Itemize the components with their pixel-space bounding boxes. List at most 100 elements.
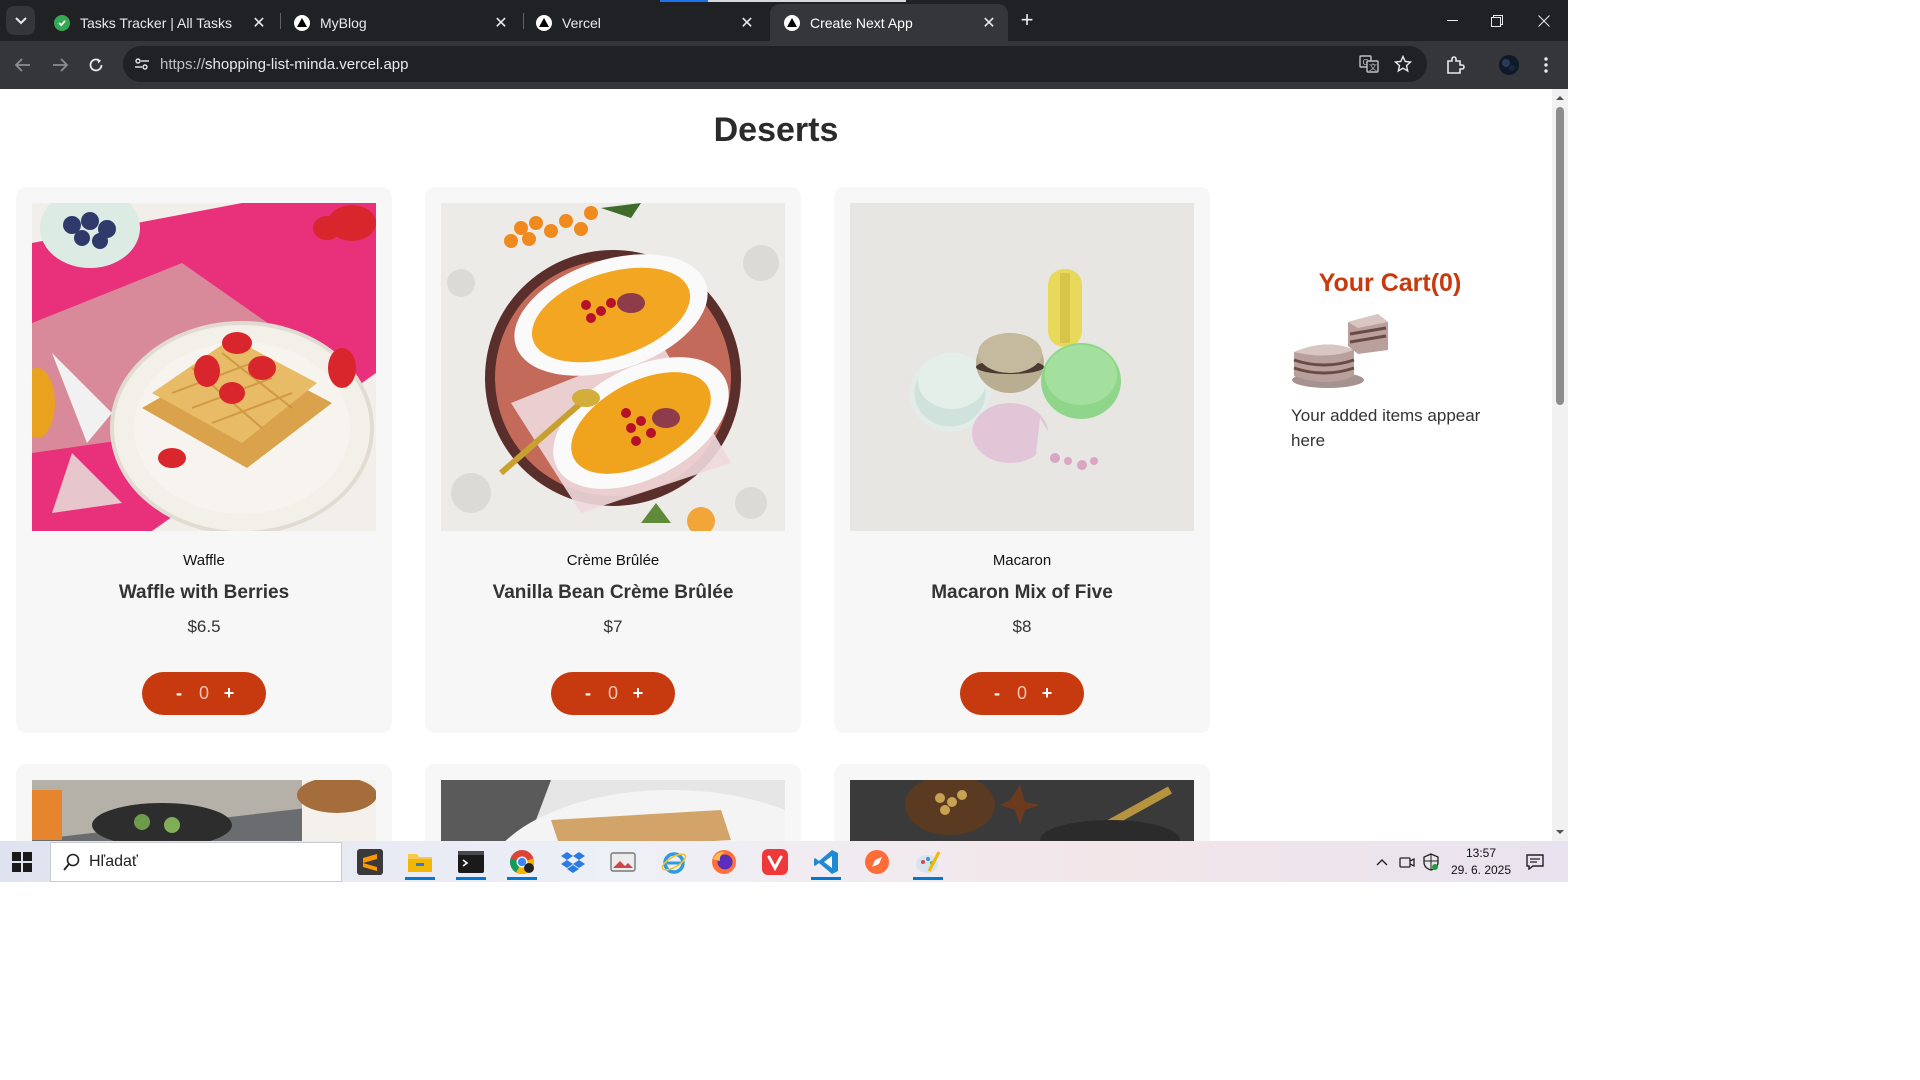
close-tab-icon[interactable]: ✕ <box>250 14 268 32</box>
vivaldi-icon[interactable] <box>755 844 795 880</box>
browser-toolbar: https://shopping-list-minda.vercel.app G… <box>0 41 1568 89</box>
product-image-macaron <box>850 203 1194 531</box>
quantity-value: 0 <box>607 683 618 703</box>
chevron-down-icon <box>14 16 27 24</box>
quantity-stepper: - 0 + <box>960 672 1084 715</box>
quantity-stepper: - 0 + <box>142 672 266 715</box>
close-tab-icon[interactable]: ✕ <box>492 14 510 32</box>
site-info-button[interactable] <box>129 51 155 77</box>
product-image <box>441 780 785 841</box>
quantity-value: 0 <box>1016 683 1027 703</box>
url-text[interactable]: https://shopping-list-minda.vercel.app <box>160 56 408 73</box>
product-category: Crème Brûlée <box>566 552 660 569</box>
close-tab-icon[interactable]: ✕ <box>980 14 998 32</box>
product-price: $6.5 <box>187 617 221 636</box>
quantity-value: 0 <box>198 683 209 703</box>
show-hidden-icons-chevron-icon[interactable] <box>1372 841 1392 882</box>
running-indicator <box>405 877 435 880</box>
clock-date: 29. 6. 2025 <box>1450 863 1512 877</box>
decrease-quantity-button[interactable]: - <box>576 683 600 704</box>
paint-icon[interactable] <box>908 844 948 880</box>
product-category: Waffle <box>183 552 225 569</box>
close-tab-icon[interactable]: ✕ <box>738 14 756 32</box>
taskbar-clock[interactable]: 13:57 29. 6. 2025 <box>1446 845 1516 879</box>
extensions-puzzle-icon[interactable] <box>1442 52 1468 78</box>
check-circle-icon <box>54 14 70 31</box>
scrollbar-thumb[interactable] <box>1556 107 1564 405</box>
back-button[interactable] <box>9 51 37 79</box>
photos-icon[interactable] <box>603 844 643 880</box>
tab-tasks-tracker[interactable]: Tasks Tracker | All Tasks ✕ <box>40 4 278 41</box>
chrome-icon[interactable] <box>502 844 542 880</box>
scroll-up-arrow-icon[interactable] <box>1552 93 1568 103</box>
empty-cart-cake-icon <box>1292 314 1388 388</box>
product-card: Waffle Waffle with Berries $6.5 - 0 + <box>16 187 392 733</box>
search-placeholder: Hľadať <box>89 853 138 870</box>
close-icon <box>1538 14 1550 27</box>
page-scrollbar[interactable] <box>1552 89 1568 841</box>
meet-camera-icon[interactable] <box>1396 841 1418 882</box>
product-card <box>425 764 801 841</box>
close-window-button[interactable] <box>1521 0 1567 41</box>
tab-title: MyBlog <box>320 14 367 31</box>
compass-icon[interactable] <box>857 844 897 880</box>
increase-quantity-button[interactable]: + <box>217 683 241 704</box>
profile-avatar[interactable] <box>1496 52 1522 78</box>
page-viewport: Deserts Waffle Waffle with Berries $6.5 … <box>0 89 1552 841</box>
address-bar[interactable]: https://shopping-list-minda.vercel.app G… <box>123 46 1427 82</box>
vercel-triangle-icon <box>784 14 800 31</box>
windows-taskbar: Hľadať 13:57 29. 6. 2025 <box>0 841 1568 882</box>
product-image <box>850 780 1194 841</box>
scroll-down-arrow-icon[interactable] <box>1552 827 1568 837</box>
menu-kebab-icon[interactable] <box>1533 52 1559 78</box>
tab-create-next-app[interactable]: Create Next App ✕ <box>770 4 1008 41</box>
product-price: $7 <box>603 617 623 636</box>
restore-button[interactable] <box>1474 0 1520 41</box>
increase-quantity-button[interactable]: + <box>1035 683 1059 704</box>
product-name: Vanilla Bean Crème Brûlée <box>492 582 734 603</box>
sublime-text-icon[interactable] <box>350 844 390 880</box>
reload-button[interactable] <box>82 51 110 79</box>
tab-myblog[interactable]: MyBlog ✕ <box>280 4 520 41</box>
tab-search-button[interactable] <box>6 6 35 35</box>
product-image <box>32 780 376 841</box>
bookmark-star-icon[interactable] <box>1391 52 1415 76</box>
product-image-waffle <box>32 203 376 531</box>
search-icon <box>63 853 80 871</box>
defender-shield-icon[interactable] <box>1420 841 1442 882</box>
tab-title: Tasks Tracker | All Tasks <box>80 14 232 31</box>
taskbar-search-box[interactable]: Hľadať <box>50 842 342 882</box>
svg-text:文: 文 <box>1369 62 1377 72</box>
product-card: Macaron Macaron Mix of Five $8 - 0 + <box>834 187 1210 733</box>
product-name: Macaron Mix of Five <box>931 582 1113 603</box>
vercel-triangle-icon <box>536 14 552 31</box>
decrease-quantity-button[interactable]: - <box>167 683 191 704</box>
product-image-creme-brulee <box>441 203 785 531</box>
product-price: $8 <box>1012 617 1032 636</box>
cart-panel: Your Cart(0) Your added items appear her… <box>1272 269 1508 453</box>
product-card: Crème Brûlée Vanilla Bean Crème Brûlée $… <box>425 187 801 733</box>
tune-icon <box>135 58 149 70</box>
terminal-icon[interactable] <box>451 844 491 880</box>
page-title: Deserts <box>713 111 839 149</box>
file-explorer-icon[interactable] <box>400 844 440 880</box>
arrow-left-icon <box>15 58 30 72</box>
decrease-quantity-button[interactable]: - <box>985 683 1009 704</box>
product-category: Macaron <box>992 552 1052 569</box>
product-card <box>834 764 1210 841</box>
notifications-icon[interactable] <box>1520 841 1550 882</box>
forward-button[interactable] <box>46 51 74 79</box>
vercel-triangle-icon <box>294 14 310 31</box>
dropbox-icon[interactable] <box>553 844 593 880</box>
new-tab-button[interactable]: + <box>1014 7 1040 33</box>
quantity-stepper: - 0 + <box>551 672 675 715</box>
internet-explorer-icon[interactable] <box>654 844 694 880</box>
tab-vercel[interactable]: Vercel ✕ <box>522 4 766 41</box>
translate-icon[interactable]: G文 <box>1357 52 1381 76</box>
minimize-button[interactable] <box>1429 0 1475 41</box>
windows-start-icon[interactable] <box>12 852 32 872</box>
firefox-icon[interactable] <box>704 844 744 880</box>
vscode-icon[interactable] <box>806 844 846 880</box>
running-indicator <box>811 877 841 880</box>
increase-quantity-button[interactable]: + <box>626 683 650 704</box>
